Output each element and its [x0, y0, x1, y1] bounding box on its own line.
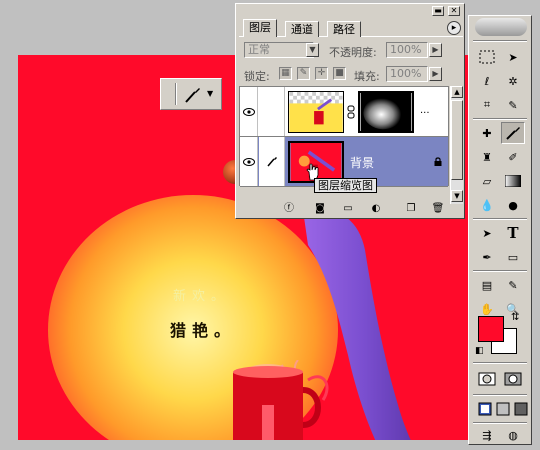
palette-footer: ⓕ ◙ ▭ ◐ ❐ 🗑 [239, 203, 461, 217]
fill-input[interactable]: 100% [386, 66, 428, 82]
lock-icon [434, 157, 442, 166]
dodge-icon[interactable]: ● [501, 194, 525, 216]
chain-link-icon[interactable] [347, 105, 355, 119]
tab-paths[interactable]: 路径 [327, 21, 361, 37]
chevron-down-icon: ▼ [207, 89, 214, 98]
lock-transparent-checkbox[interactable]: ▦ [279, 67, 292, 80]
path-selection-icon[interactable]: ➤ [475, 222, 499, 244]
tab-layers[interactable]: 图层 [243, 19, 277, 37]
layer-style-icon[interactable]: ⓕ [282, 203, 296, 216]
scroll-down-button[interactable]: ▼ [451, 190, 463, 202]
app-logo-icon[interactable] [475, 18, 527, 36]
healing-brush-icon[interactable]: ✚ [475, 122, 499, 144]
pen-icon[interactable]: ✒ [475, 246, 499, 268]
adjustment-layer-icon[interactable]: ◐ [369, 203, 383, 216]
eraser-icon[interactable]: ▱ [475, 170, 499, 192]
layer-list: ... 背景 [239, 86, 449, 187]
blur-icon[interactable]: 💧 [475, 194, 499, 216]
palette-titlebar[interactable]: ▬ ✕ [236, 4, 464, 18]
jump-to-imageready-icon[interactable]: ⇶ [475, 424, 499, 446]
new-layer-icon[interactable]: ❐ [404, 203, 418, 216]
trash-icon[interactable]: 🗑 [431, 203, 445, 216]
lasso-icon[interactable]: ℓ [475, 70, 499, 92]
layer-name-ellipsis: ... [420, 105, 430, 116]
minimize-button[interactable]: ▬ [432, 6, 444, 16]
layer-mask-thumbnail[interactable] [358, 91, 414, 133]
crop-icon[interactable]: ⌗ [475, 94, 499, 116]
clone-stamp-icon[interactable]: ♜ [475, 146, 499, 168]
palette-tabs: 图层 通道 路径 [239, 19, 463, 37]
tooltip: 图层缩览图 [314, 178, 377, 193]
blend-mode-select[interactable]: 正常 [244, 42, 314, 58]
add-mask-icon[interactable]: ◙ [313, 203, 327, 216]
link-toggle[interactable] [259, 87, 285, 136]
fill-label: 填充: [354, 70, 380, 83]
brush-icon[interactable] [501, 122, 525, 144]
swap-colors-icon[interactable]: ⇅ [511, 312, 519, 323]
foreground-color-swatch[interactable] [478, 316, 504, 342]
eye-icon [242, 107, 255, 116]
layer-name: 背景 [350, 156, 375, 170]
layer-list-scrollbar[interactable]: ▲ ▼ [450, 86, 463, 204]
shape-icon[interactable]: ▭ [501, 246, 525, 268]
lock-all-checkbox[interactable]: ■ [333, 67, 346, 80]
caption-line-1: 新欢。 [173, 289, 231, 304]
opacity-input[interactable]: 100% [386, 42, 428, 58]
tab-channels[interactable]: 通道 [285, 21, 319, 37]
eye-icon [242, 157, 255, 166]
visibility-toggle[interactable] [240, 137, 258, 186]
move-icon[interactable]: ➤ [501, 46, 525, 68]
layer-row[interactable]: ... [240, 87, 448, 137]
history-brush-icon[interactable]: ✐ [501, 146, 525, 168]
full-screen-icon[interactable] [509, 398, 533, 420]
opacity-label: 不透明度: [329, 46, 377, 59]
layer-thumbnail[interactable] [288, 91, 344, 133]
marquee-icon[interactable] [475, 46, 499, 68]
brush-preset-picker[interactable]: ▼ [160, 78, 222, 110]
slice-icon[interactable]: ✎ [501, 94, 525, 116]
close-button[interactable]: ✕ [448, 6, 460, 16]
gradient-icon[interactable] [501, 170, 525, 192]
opacity-slider-button[interactable]: ▶ [429, 43, 442, 57]
standard-mode-icon[interactable] [475, 368, 499, 390]
quick-mask-icon[interactable] [501, 368, 525, 390]
default-colors-icon[interactable]: ◧ [475, 346, 484, 356]
eyedropper-icon[interactable]: ✎ [501, 274, 525, 296]
palette-menu-button[interactable]: ▸ [447, 21, 461, 35]
fill-slider-button[interactable]: ▶ [429, 67, 442, 81]
magic-wand-icon[interactable]: ✲ [501, 70, 525, 92]
visibility-toggle[interactable] [240, 87, 258, 136]
brush-icon [266, 156, 277, 166]
red-cup [233, 360, 329, 440]
lock-position-checkbox[interactable]: ✛ [315, 67, 328, 80]
paintbrush-indicator[interactable] [259, 137, 285, 186]
type-icon[interactable]: T [501, 222, 525, 244]
imageready-icon[interactable]: ◍ [501, 424, 525, 446]
lock-label: 锁定: [244, 70, 270, 83]
notes-icon[interactable]: ▤ [475, 274, 499, 296]
brush-icon [185, 88, 200, 103]
chevron-down-icon[interactable]: ▼ [306, 43, 319, 57]
new-group-icon[interactable]: ▭ [341, 203, 355, 216]
toolbox: ➤ ℓ ✲ ⌗ ✎ ✚ ♜ ✐ ▱ 💧 ● ➤ T ✒ ▭ ▤ ✎ ✋ 🔍 ⇅ … [468, 15, 532, 445]
scroll-thumb[interactable] [451, 100, 463, 180]
scroll-up-button[interactable]: ▲ [451, 86, 463, 98]
caption-line-2: 猎艳。 [170, 321, 237, 340]
lock-image-checkbox[interactable]: ✎ [297, 67, 310, 80]
